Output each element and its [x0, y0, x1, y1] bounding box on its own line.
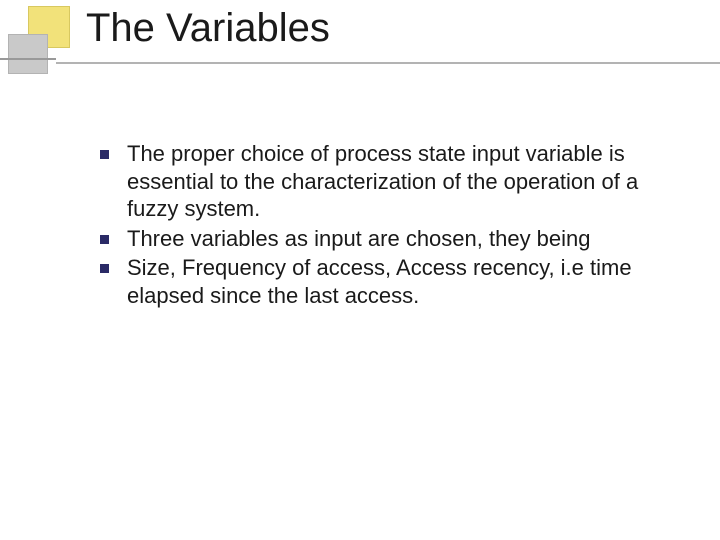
decorative-grey-square: [8, 34, 48, 74]
bullet-item: The proper choice of process state input…: [100, 140, 680, 223]
slide-header: The Variables: [0, 0, 720, 80]
bullet-square-icon: [100, 264, 109, 273]
bullet-item: Three variables as input are chosen, the…: [100, 225, 680, 253]
bullet-item: Size, Frequency of access, Access recenc…: [100, 254, 680, 309]
bullet-square-icon: [100, 235, 109, 244]
slide-title: The Variables: [86, 6, 330, 51]
slide-body: The proper choice of process state input…: [100, 140, 680, 311]
bullet-text: Size, Frequency of access, Access recenc…: [127, 254, 680, 309]
decorative-short-rule: [0, 58, 56, 60]
decorative-long-rule: [56, 62, 720, 64]
bullet-square-icon: [100, 150, 109, 159]
bullet-text: The proper choice of process state input…: [127, 140, 680, 223]
bullet-text: Three variables as input are chosen, the…: [127, 225, 591, 253]
